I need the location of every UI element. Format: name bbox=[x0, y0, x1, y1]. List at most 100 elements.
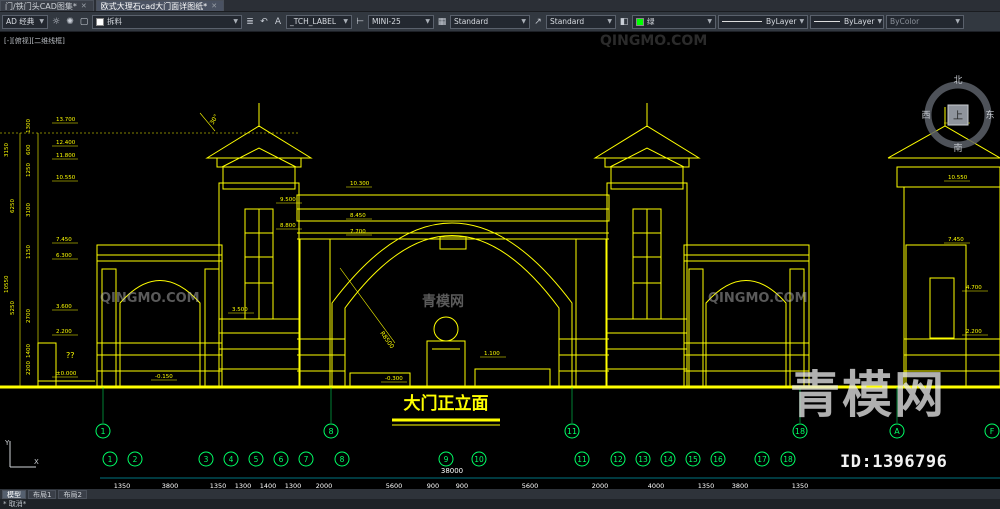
workspace-value: AD 经典 bbox=[6, 16, 35, 26]
multileader-style-icon[interactable]: ↗ bbox=[532, 16, 544, 28]
lock-icon[interactable]: ▢ bbox=[78, 16, 90, 28]
left-dimension-label: 3150 bbox=[4, 143, 10, 157]
axis-label-bottom: 11 bbox=[577, 455, 587, 464]
watermark-logo: QINGMO.COM bbox=[100, 291, 200, 306]
axis-label-bottom: 18 bbox=[783, 455, 793, 464]
level-label: 12.400 bbox=[56, 140, 76, 146]
left-dimension-label: 6250 bbox=[10, 199, 16, 213]
axis-label-bottom: 2 bbox=[133, 455, 138, 464]
chevron-down-icon: ▼ bbox=[877, 17, 883, 25]
center-beam bbox=[296, 194, 610, 222]
compass-south[interactable]: 南 bbox=[953, 142, 962, 154]
left-dimension-label: 1400 bbox=[26, 344, 32, 358]
level-label: 7.700 bbox=[350, 229, 366, 235]
left-dimension-label: 2700 bbox=[26, 309, 32, 323]
dim-style-icon[interactable]: ⊢ bbox=[354, 16, 366, 28]
question-label: ?? bbox=[66, 351, 75, 360]
command-line[interactable]: * 取消* bbox=[0, 499, 1000, 509]
layer-select[interactable]: 拆料 ▼ bbox=[92, 14, 242, 29]
svg-text:Y: Y bbox=[4, 439, 10, 447]
level-label: -0.300 bbox=[385, 376, 403, 382]
viewcube[interactable]: 上 北 南 东 西 bbox=[918, 73, 998, 159]
level-label: 2.200 bbox=[56, 329, 72, 335]
level-label: ±0.000 bbox=[56, 371, 77, 377]
tab-layout2[interactable]: 布局2 bbox=[58, 489, 87, 499]
cad-application: 门/铁门头CAD图集* ✕ 欧式大理石cad大门面详图纸* ✕ AD 经典 ▼ ☼ ✺… bbox=[0, 0, 1000, 509]
layer-previous-icon[interactable]: ↶ bbox=[258, 16, 270, 28]
level-texts: 13.700 12.400 11.800 10.550 7.450 6.300 3.600 2… bbox=[52, 117, 988, 383]
lineweight-select[interactable]: ByLayer ▼ bbox=[810, 14, 884, 29]
table-style-value: Standard bbox=[454, 16, 489, 26]
workspace-select[interactable]: AD 经典 ▼ bbox=[2, 14, 48, 29]
color-value: 绿 bbox=[647, 16, 655, 26]
compass-west[interactable]: 西 bbox=[921, 110, 930, 121]
multileader-style-value: Standard bbox=[550, 16, 585, 26]
level-label: 6.300 bbox=[56, 253, 72, 259]
watermark-large-text: 青模网 bbox=[790, 366, 946, 424]
axis-label-bottom: 9 bbox=[444, 455, 449, 464]
watermark-id: ID:1396796 bbox=[840, 452, 948, 472]
axis-label-bottom: 7 bbox=[304, 455, 309, 464]
level-label: -0.150 bbox=[155, 374, 173, 380]
sun-icon[interactable]: ✺ bbox=[64, 16, 76, 28]
table-style-select[interactable]: Standard ▼ bbox=[450, 14, 530, 29]
axis-label-bottom: 15 bbox=[688, 455, 698, 464]
watermark-logo: QINGMO.COM bbox=[708, 291, 808, 306]
table-style-icon[interactable]: ▦ bbox=[436, 16, 448, 28]
compass-north[interactable]: 北 bbox=[953, 75, 962, 86]
axis-label-bottom: 14 bbox=[663, 455, 673, 464]
tab-label: 门/铁门头CAD图集* bbox=[5, 1, 77, 11]
lineweight-sample bbox=[814, 21, 840, 22]
text-style-icon[interactable]: A bbox=[272, 16, 284, 28]
axis-label-bottom: 8 bbox=[340, 455, 345, 464]
left-dimension-label: 600 bbox=[26, 144, 32, 155]
color-icon[interactable]: ◧ bbox=[618, 16, 630, 28]
viewcube-face-label[interactable]: 上 bbox=[953, 110, 963, 122]
axis-label-top: A bbox=[894, 427, 900, 436]
left-dimension-texts: 3150 1300 600 1250 6250 3100 1150 10550 5250 2700… bbox=[4, 119, 32, 375]
bulb-icon[interactable]: ☼ bbox=[50, 16, 62, 28]
text-style-select[interactable]: _TCH_LABEL ▼ bbox=[286, 14, 352, 29]
right-tower-roof bbox=[593, 125, 701, 159]
drawing-viewport[interactable]: [-][俯视][二维线框] 1 8 11 18 A F 1 2 3 4 5 6 … bbox=[0, 33, 1000, 495]
close-icon[interactable]: ✕ bbox=[211, 1, 217, 12]
dim-style-select[interactable]: MINI-25 ▼ bbox=[368, 14, 434, 29]
linetype-select[interactable]: ByLayer ▼ bbox=[718, 14, 808, 29]
left-dimension-label: 3100 bbox=[26, 203, 32, 217]
axis-label-top: 11 bbox=[567, 427, 577, 436]
level-label: 1.100 bbox=[484, 351, 500, 357]
chevron-down-icon: ▼ bbox=[521, 17, 526, 25]
left-dimension-label: 1300 bbox=[26, 119, 32, 133]
color-select[interactable]: 绿 ▼ bbox=[632, 14, 716, 29]
level-label: 10.300 bbox=[350, 181, 370, 187]
level-label: 4.700 bbox=[966, 285, 982, 291]
level-label: 3.600 bbox=[56, 304, 72, 310]
text-style-value: _TCH_LABEL bbox=[290, 16, 337, 26]
linetype-value: ByLayer bbox=[766, 16, 797, 26]
close-icon[interactable]: ✕ bbox=[81, 1, 87, 12]
document-tab-2[interactable]: 欧式大理石cad大门面详图纸* ✕ bbox=[95, 0, 225, 12]
color-swatch bbox=[636, 17, 644, 26]
tab-layout1[interactable]: 布局1 bbox=[28, 489, 57, 499]
level-label: 2.200 bbox=[966, 329, 982, 335]
document-tab-1[interactable]: 门/铁门头CAD图集* ✕ bbox=[0, 0, 94, 11]
tab-model[interactable]: 模型 bbox=[2, 489, 26, 499]
level-label: 8.450 bbox=[350, 213, 366, 219]
axis-label-bottom: 4 bbox=[229, 455, 234, 464]
level-label: 13.700 bbox=[56, 117, 76, 123]
axis-label-bottom: 13 bbox=[638, 455, 648, 464]
level-label: 3.500 bbox=[232, 307, 248, 313]
tab-label: 欧式大理石cad大门面详图纸* bbox=[100, 1, 208, 11]
layer-manager-icon[interactable]: ≣ bbox=[244, 16, 256, 28]
lineweight-value: ByLayer bbox=[844, 16, 875, 26]
document-tab-bar: 门/铁门头CAD图集* ✕ 欧式大理石cad大门面详图纸* ✕ bbox=[0, 0, 1000, 12]
chevron-down-icon: ▼ bbox=[233, 17, 238, 25]
level-label: 11.800 bbox=[56, 153, 76, 159]
chevron-down-icon: ▼ bbox=[39, 17, 44, 25]
axis-label-bottom: 1 bbox=[108, 455, 113, 464]
plotstyle-select[interactable]: ByColor ▼ bbox=[886, 14, 964, 29]
compass-east[interactable]: 东 bbox=[985, 109, 994, 121]
axis-label-bottom: 6 bbox=[279, 455, 284, 464]
left-tower-roof bbox=[205, 125, 313, 159]
multileader-style-select[interactable]: Standard ▼ bbox=[546, 14, 616, 29]
